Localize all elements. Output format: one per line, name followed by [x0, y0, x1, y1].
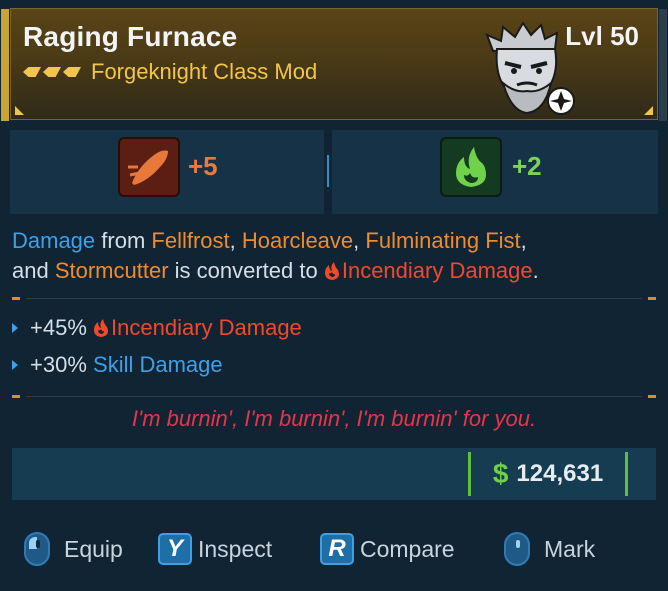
- item-description: Damage from Fellfrost, Hoarcleave, Fulmi…: [12, 226, 652, 286]
- skill-name: Fulminating Fist: [365, 228, 521, 253]
- item-card: Raging Furnace Forgeknight Class Mod Lvl…: [0, 0, 668, 591]
- mark-action[interactable]: Mark: [504, 530, 595, 568]
- nature-skill-bonus: +2: [512, 151, 542, 181]
- section-separator: [12, 395, 656, 398]
- action-bar: Equip Y Inspect R Compare Mark: [0, 520, 668, 580]
- price-bar: $ 124,631: [12, 448, 656, 500]
- mark-label: Mark: [544, 535, 596, 562]
- stat-value: +30%: [30, 352, 87, 377]
- damage-keyword: Damage: [12, 228, 96, 253]
- desc-text: ,: [229, 228, 242, 253]
- stat-line-incendiary: +45% Incendiary Damage: [12, 313, 302, 343]
- incendiary-flame-icon: [324, 262, 339, 280]
- mouse-left-icon: [24, 532, 50, 566]
- r-key-icon: R: [320, 533, 354, 565]
- desc-text: and: [12, 258, 55, 283]
- desc-text: ,: [353, 228, 366, 253]
- rarity-chevrons-icon: [23, 67, 81, 77]
- stat-label: Incendiary Damage: [111, 315, 302, 340]
- desc-text: .: [532, 258, 539, 283]
- flavor-text: I'm burnin', I'm burnin', I'm burnin' fo…: [131, 406, 537, 431]
- corner-marker: [644, 106, 653, 115]
- rarity-edge: [1, 9, 9, 121]
- fire-skill-bonus: +5: [188, 151, 218, 181]
- skill-bonus-row: +5 +2: [10, 130, 658, 214]
- stat-value: +45%: [30, 315, 87, 340]
- element-keyword: Incendiary Damage: [341, 258, 533, 283]
- mouse-middle-icon: [504, 532, 530, 566]
- cash-icon: $: [492, 458, 509, 489]
- stat-line-skill: +30% Skill Damage: [12, 350, 223, 380]
- forgeknight-portrait-icon: [485, 21, 575, 115]
- item-name: Raging Furnace: [23, 21, 238, 52]
- compare-label: Compare: [360, 535, 455, 562]
- y-key-icon: Y: [158, 533, 192, 565]
- stat-label: Skill Damage: [93, 352, 223, 377]
- skill-name: Stormcutter: [54, 258, 169, 283]
- equip-action[interactable]: Equip: [24, 530, 123, 568]
- item-header: Raging Furnace Forgeknight Class Mod Lvl…: [1, 8, 667, 121]
- skill-name: Fellfrost: [151, 228, 230, 253]
- skill-name: Hoarcleave: [241, 228, 354, 253]
- item-type-label: Forgeknight Class Mod: [91, 59, 318, 84]
- desc-text: from: [95, 228, 152, 253]
- desc-text: is converted to: [168, 258, 324, 283]
- desc-text: ,: [520, 228, 527, 253]
- inspect-label: Inspect: [198, 535, 273, 562]
- corner-marker: [15, 106, 24, 115]
- bullet-arrow-icon: [12, 323, 18, 333]
- fire-rocket-icon[interactable]: [118, 137, 180, 197]
- item-type: Forgeknight Class Mod: [23, 59, 317, 85]
- compare-action[interactable]: R Compare: [320, 530, 455, 568]
- incendiary-flame-icon: [94, 319, 109, 337]
- skill-divider: [327, 155, 329, 187]
- equip-label: Equip: [64, 535, 123, 562]
- green-flame-icon[interactable]: [440, 137, 502, 197]
- price-value: 124,631: [516, 460, 604, 487]
- price-box: $ 124,631: [468, 452, 628, 496]
- bullet-arrow-icon: [12, 360, 18, 370]
- panel-edge: [659, 9, 667, 121]
- inspect-action[interactable]: Y Inspect: [158, 530, 272, 568]
- section-separator: [12, 297, 656, 300]
